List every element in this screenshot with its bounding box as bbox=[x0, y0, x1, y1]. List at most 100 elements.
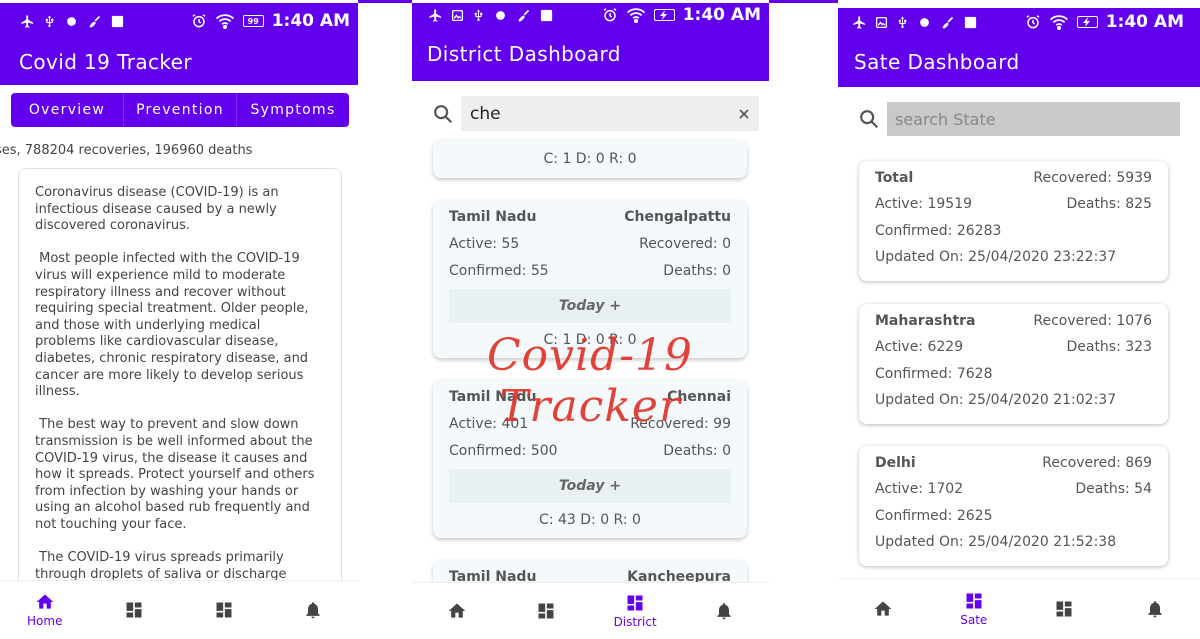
state-card[interactable]: Delhi Recovered: 869 Active: 1702 Deaths: … bbox=[859, 446, 1168, 566]
status-time: 1:40 AM bbox=[1105, 12, 1184, 32]
photo-icon bbox=[964, 16, 977, 28]
nav-district[interactable] bbox=[179, 581, 269, 639]
nav-notifications[interactable] bbox=[1110, 579, 1200, 639]
district-recovered: Recovered: 99 bbox=[630, 416, 731, 432]
wifi-icon bbox=[626, 8, 645, 23]
nav-notifications[interactable] bbox=[269, 581, 359, 639]
status-time: 1:40 AM bbox=[682, 5, 761, 25]
home-icon bbox=[874, 601, 892, 616]
info-paragraph: Coronavirus disease (COVID-19) is an inf… bbox=[35, 185, 283, 234]
image-icon bbox=[451, 9, 464, 21]
bell-icon bbox=[306, 602, 320, 619]
info-paragraph: The best way to prevent and slow down tr… bbox=[35, 417, 319, 532]
nav-state[interactable] bbox=[90, 581, 180, 639]
stats-ticker-text: ases, 788204 recoveries, 196960 deaths bbox=[0, 143, 253, 158]
today-toggle[interactable]: Today + bbox=[449, 469, 731, 503]
bell-icon bbox=[1148, 601, 1162, 618]
district-card[interactable]: Tamil Nadu Chennai Active: 401 Recovered… bbox=[433, 380, 747, 538]
wifi-icon bbox=[1049, 15, 1068, 30]
district-deaths: Deaths: 0 bbox=[663, 443, 731, 459]
state-deaths: Deaths: 54 bbox=[1075, 481, 1152, 497]
state-card[interactable]: Maharashtra Recovered: 1076 Active: 6229 D… bbox=[859, 304, 1168, 424]
state-recovered: Recovered: 869 bbox=[1042, 455, 1152, 471]
today-toggle[interactable]: Today + bbox=[449, 289, 731, 323]
status-bar: 1:40 AM bbox=[412, 3, 769, 27]
state-name: Delhi bbox=[875, 455, 916, 471]
state-active: Active: 19519 bbox=[875, 196, 973, 212]
battery-charging-icon bbox=[1076, 16, 1098, 28]
nav-notifications[interactable] bbox=[680, 583, 769, 639]
bottom-navigation: District bbox=[412, 582, 769, 639]
page-title: Sate Dashboard bbox=[854, 49, 1020, 74]
nav-state[interactable] bbox=[501, 583, 590, 639]
nav-home[interactable]: Home bbox=[0, 581, 90, 639]
search-placeholder: search State bbox=[895, 109, 996, 129]
usb-icon bbox=[45, 15, 54, 27]
nav-district[interactable]: District bbox=[591, 583, 680, 639]
state-card[interactable]: Total Recovered: 5939 Active: 19519 Deaths… bbox=[859, 161, 1168, 281]
search-icon[interactable] bbox=[858, 108, 880, 130]
nav-district-label: District bbox=[613, 615, 657, 629]
district-card[interactable]: C: 1 D: 0 R: 0 bbox=[433, 140, 747, 178]
state-deaths: Deaths: 323 bbox=[1066, 339, 1152, 355]
info-card[interactable]: Coronavirus disease (COVID-19) is an inf… bbox=[18, 168, 342, 608]
bug-icon bbox=[496, 10, 505, 20]
tab-prevention[interactable]: Prevention bbox=[124, 93, 237, 127]
district-active: Active: 401 bbox=[449, 416, 529, 432]
search-input[interactable]: search State bbox=[887, 102, 1180, 136]
state-active: Active: 6229 bbox=[875, 339, 964, 355]
usb-icon bbox=[474, 9, 483, 21]
nav-state-label: Sate bbox=[960, 613, 988, 627]
nav-home[interactable] bbox=[838, 579, 929, 639]
nav-home-label: Home bbox=[27, 614, 63, 628]
battery-icon: 99 bbox=[242, 15, 264, 27]
photo-icon bbox=[540, 9, 553, 21]
nav-home[interactable] bbox=[412, 583, 501, 639]
broom-icon bbox=[942, 16, 954, 29]
state-screen: 1:40 AM Sate Dashboard search State Tota… bbox=[838, 0, 1200, 639]
airplane-icon bbox=[853, 15, 866, 29]
airplane-icon bbox=[21, 14, 34, 28]
dashboard-icon bbox=[1056, 601, 1072, 617]
status-bar: 1:40 AM bbox=[838, 8, 1200, 36]
district-confirmed: Confirmed: 55 bbox=[449, 263, 549, 279]
state-name: Maharashtra bbox=[875, 313, 976, 329]
state-recovered: Recovered: 1076 bbox=[1033, 313, 1152, 329]
status-time: 1:40 AM bbox=[271, 11, 350, 31]
alarm-icon bbox=[1026, 15, 1040, 29]
district-card[interactable]: Tamil Nadu Chengalpattu Active: 55 Recov… bbox=[433, 200, 747, 358]
home-icon bbox=[448, 603, 465, 618]
nav-state[interactable]: Sate bbox=[929, 579, 1020, 639]
search-input-value: che bbox=[470, 103, 501, 124]
bottom-navigation: Home bbox=[0, 580, 358, 639]
district-cdr: C: 43 D: 0 R: 0 bbox=[539, 512, 641, 528]
broom-icon bbox=[518, 9, 530, 22]
district-cdr: C: 1 D: 0 R: 0 bbox=[543, 332, 637, 348]
nav-district[interactable] bbox=[1019, 579, 1110, 639]
district-recovered: Recovered: 0 bbox=[639, 236, 731, 252]
alarm-icon bbox=[603, 8, 617, 22]
clear-icon[interactable] bbox=[738, 108, 750, 120]
image-icon bbox=[875, 16, 888, 28]
district-name: Chennai bbox=[667, 389, 731, 405]
search-icon[interactable] bbox=[432, 103, 454, 125]
tab-symptoms[interactable]: Symptoms bbox=[237, 93, 349, 127]
tab-bar: Overview Prevention Symptoms bbox=[11, 93, 349, 127]
tab-overview[interactable]: Overview bbox=[11, 93, 124, 127]
app-bar: Covid 19 Tracker bbox=[0, 39, 358, 85]
district-cdr: C: 1 D: 0 R: 0 bbox=[543, 151, 637, 167]
app-bar: Sate Dashboard bbox=[838, 36, 1200, 87]
search-input[interactable]: che bbox=[461, 96, 759, 131]
state-updated: Updated On: 25/04/2020 23:22:37 bbox=[875, 249, 1117, 265]
district-name: Chengalpattu bbox=[624, 209, 731, 225]
info-paragraph: Most people infected with the COVID-19 v… bbox=[35, 251, 313, 400]
info-paragraph: The COVID-19 virus spreads primarily thr… bbox=[35, 550, 288, 582]
district-confirmed: Confirmed: 500 bbox=[449, 443, 558, 459]
state-active: Active: 1702 bbox=[875, 481, 964, 497]
usb-icon bbox=[898, 16, 907, 28]
district-state: Tamil Nadu bbox=[449, 209, 537, 225]
dashboard-icon bbox=[126, 602, 142, 618]
state-deaths: Deaths: 825 bbox=[1066, 196, 1152, 212]
district-active: Active: 55 bbox=[449, 236, 520, 252]
state-updated: Updated On: 25/04/2020 21:52:38 bbox=[875, 534, 1117, 550]
